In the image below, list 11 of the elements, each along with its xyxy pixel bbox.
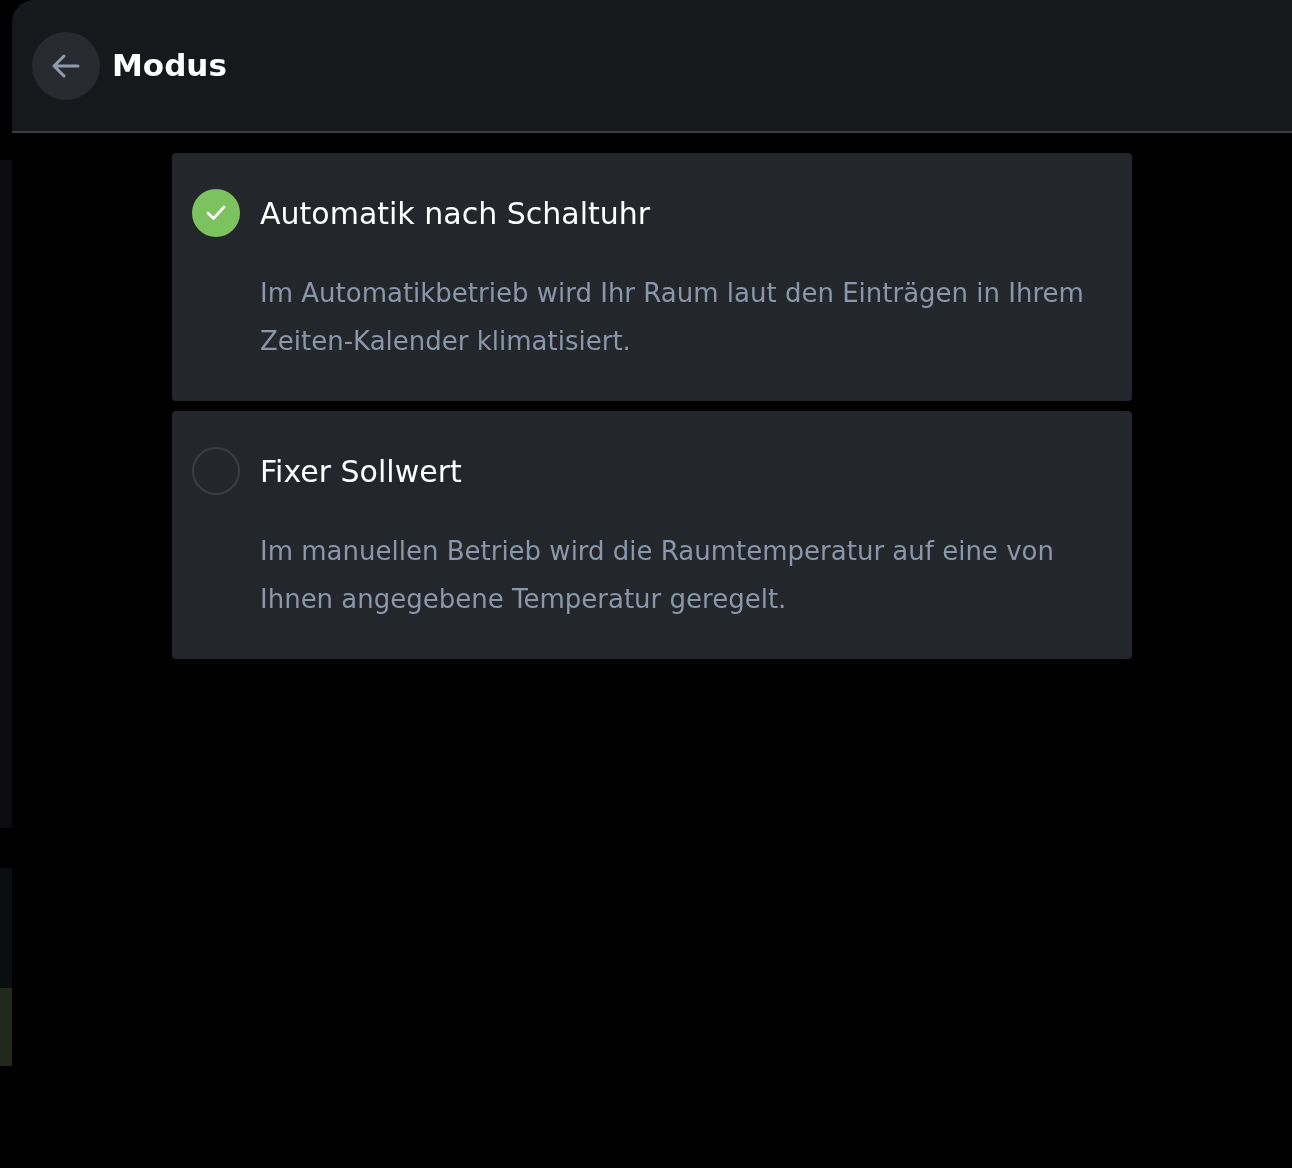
checkmark-icon (206, 205, 226, 221)
mode-option-card[interactable]: Automatik nach Schaltuhr Im Automatikbetrieb wird Ihr Raum laut den Einträgen in Ihrem Zeiten-Kalender klimatisiert. (172, 153, 1132, 401)
option-description: Im Automatikbetrieb wird Ihr Raum laut den Einträgen in Ihrem Zeiten-Kalender klimatisiert. (260, 277, 1085, 358)
radio-button[interactable] (192, 189, 240, 237)
page-title: Modus (112, 46, 227, 86)
back-arrow-icon (51, 52, 81, 79)
option-description: Im manuellen Betrieb wird die Raumtemperatur auf eine von Ihnen angegebene Temperatur geregelt. (260, 535, 1055, 616)
radio-button[interactable] (192, 447, 240, 495)
option-title: Automatik nach Schaltuhr (260, 194, 651, 233)
option-title: Fixer Sollwert (260, 452, 462, 491)
mode-option-card[interactable]: Fixer Sollwert Im manuellen Betrieb wird die Raumtemperatur auf eine von Ihnen angegebene Temperatur geregelt. (172, 411, 1132, 659)
